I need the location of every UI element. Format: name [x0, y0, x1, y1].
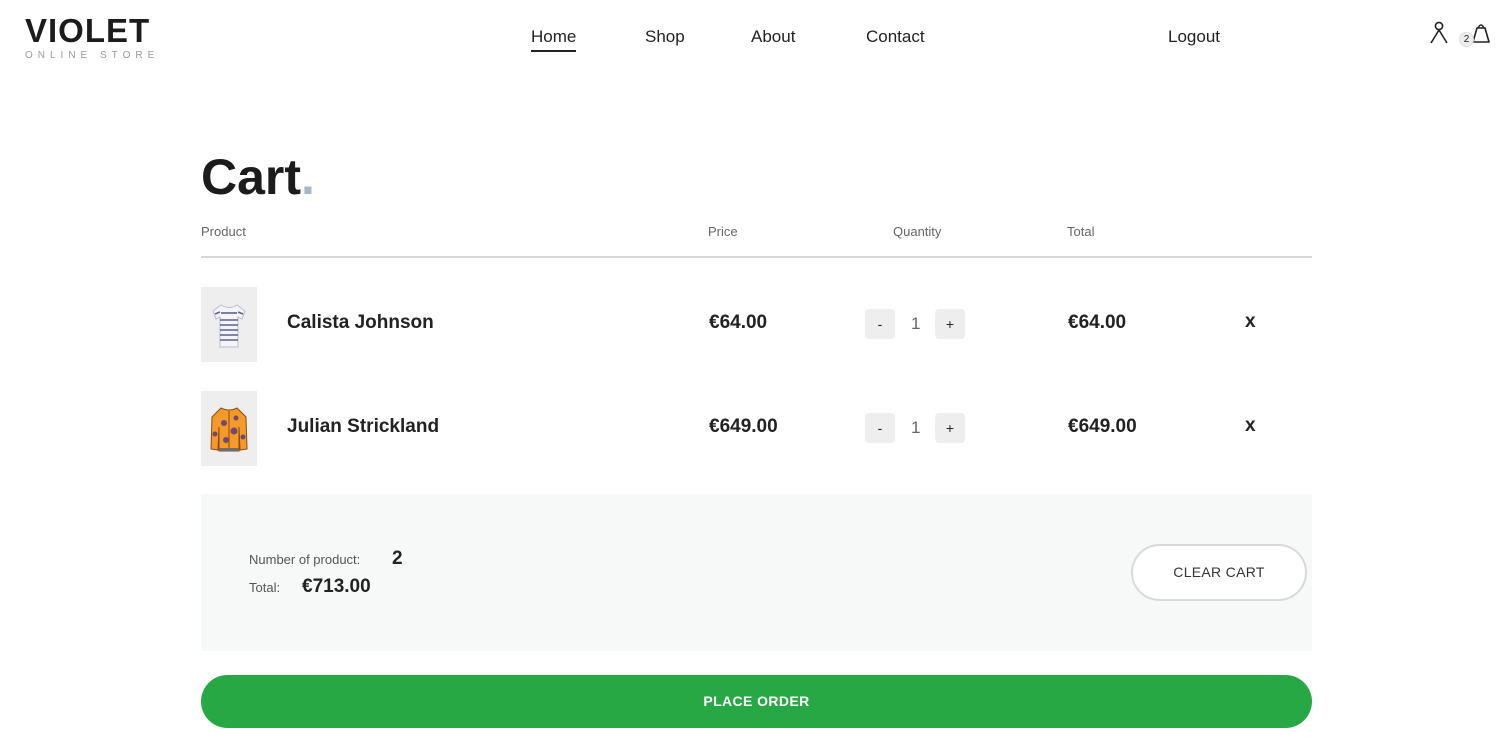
remove-item-button[interactable]: x — [1245, 311, 1256, 333]
column-header-quantity: Quantity — [893, 224, 942, 239]
decrease-quantity-button[interactable]: - — [865, 309, 895, 339]
product-count-value: 2 — [392, 548, 403, 569]
product-price: €64.00 — [709, 312, 768, 333]
page-title-text: Cart — [201, 149, 302, 205]
decrease-quantity-button[interactable]: - — [865, 413, 895, 443]
product-name[interactable]: Calista Johnson — [287, 312, 434, 334]
title-dot: . — [301, 149, 315, 205]
cart-total-value: €713.00 — [302, 576, 371, 597]
column-header-total: Total — [1067, 224, 1095, 239]
page-title: Cart. — [201, 148, 315, 206]
increase-quantity-button[interactable]: + — [935, 413, 965, 443]
product-image-striped-tshirt[interactable] — [201, 287, 257, 362]
store-logo[interactable]: VIOLET ONLINE STORE — [25, 12, 160, 62]
cart-row: Julian Strickland €649.00 - 1 + €649.00 … — [201, 391, 1312, 467]
product-total: €649.00 — [1068, 416, 1137, 437]
user-icon[interactable] — [1429, 21, 1449, 50]
nav-logout[interactable]: Logout — [1168, 27, 1220, 47]
product-price: €649.00 — [709, 416, 778, 437]
product-count-label: Number of product: — [249, 552, 361, 567]
cart-row: Calista Johnson €64.00 - 1 + €64.00 x — [201, 287, 1312, 363]
nav-about[interactable]: About — [751, 27, 795, 47]
logo-tagline: ONLINE STORE — [25, 50, 160, 61]
product-image-orange-jacket[interactable] — [201, 391, 257, 466]
nav-shop[interactable]: Shop — [645, 27, 685, 47]
quantity-value: 1 — [911, 418, 921, 437]
quantity-value: 1 — [911, 314, 921, 333]
clear-cart-button[interactable]: CLEAR CART — [1131, 544, 1307, 601]
cart-summary: Number of product: 2 Total: €713.00 CLEA… — [201, 494, 1312, 651]
remove-item-button[interactable]: x — [1245, 415, 1256, 437]
cart-total-label: Total: — [249, 580, 281, 595]
nav-contact[interactable]: Contact — [866, 27, 925, 47]
cart-count-badge: 2 — [1459, 32, 1474, 47]
column-header-price: Price — [708, 224, 738, 239]
product-total: €64.00 — [1068, 312, 1127, 333]
increase-quantity-button[interactable]: + — [935, 309, 965, 339]
product-name[interactable]: Julian Strickland — [287, 416, 439, 438]
column-header-product: Product — [201, 224, 246, 239]
place-order-button[interactable]: PLACE ORDER — [201, 675, 1312, 728]
nav-home[interactable]: Home — [531, 27, 577, 52]
logo-name: VIOLET — [25, 12, 151, 49]
header-divider — [201, 256, 1312, 258]
